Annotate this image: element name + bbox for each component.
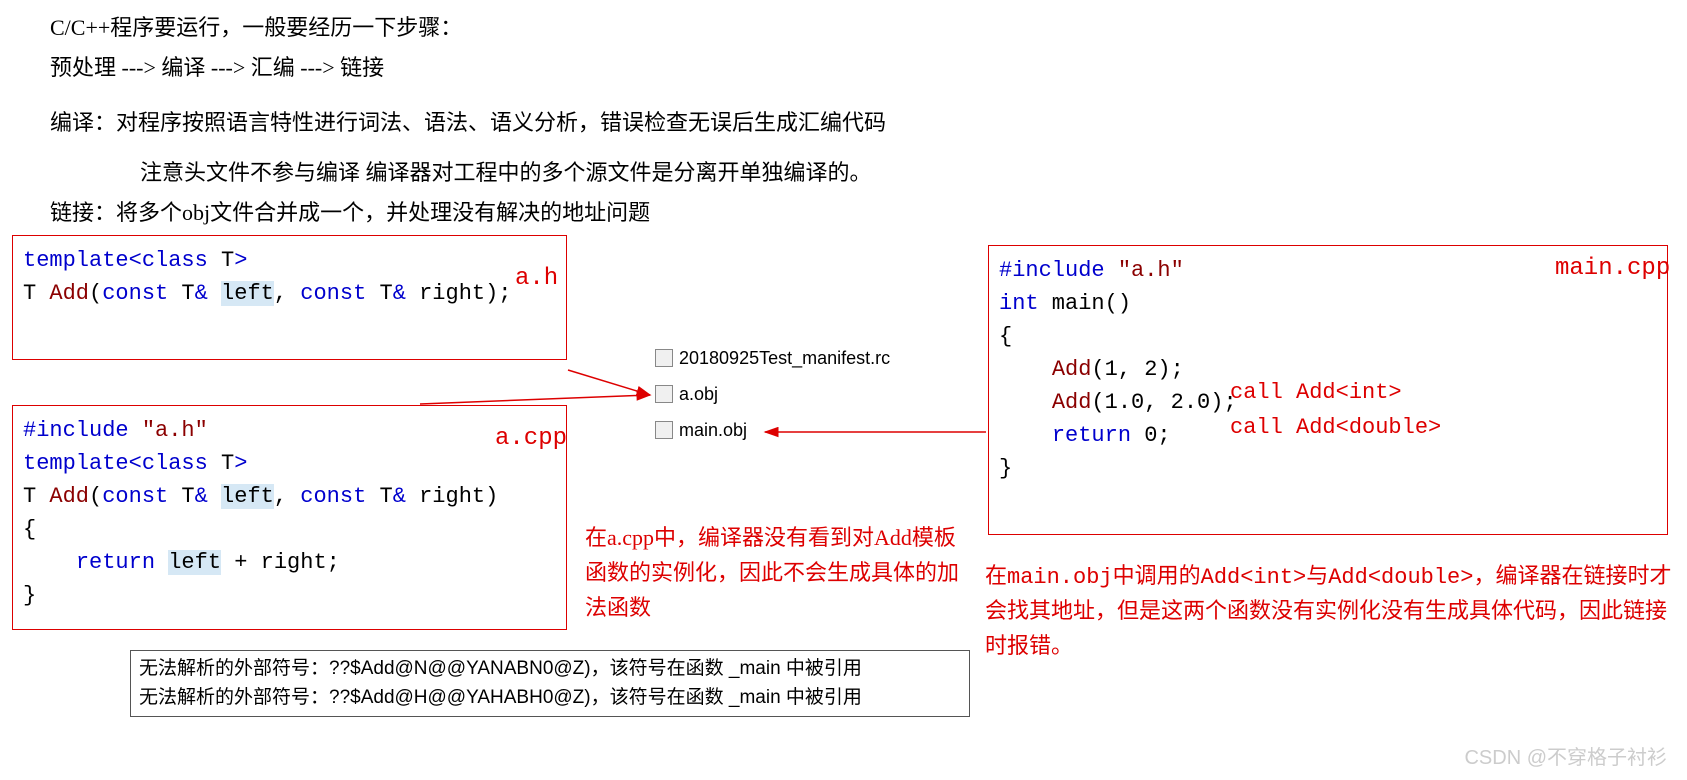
acpp-l6: } <box>23 579 556 612</box>
code-box-a-h: template<class T> T Add(const T& left, c… <box>12 235 567 360</box>
call-add-int: call Add<int> <box>1230 380 1402 405</box>
file-list: 20180925Test_manifest.rc a.obj main.obj <box>655 340 890 448</box>
acpp-l3: T Add(const T& left, const T& right) <box>23 480 556 513</box>
main-l2: int main() <box>999 287 1657 320</box>
acpp-l2: template<class T> <box>23 447 556 480</box>
error-line-1: 无法解析的外部符号：??$Add@N@@YANABN0@Z)，该符号在函数 _m… <box>139 655 961 684</box>
file-icon <box>655 385 673 403</box>
file-icon <box>655 421 673 439</box>
intro-line3: 编译：对程序按照语言特性进行词法、语法、语义分析，错误检查无误后生成汇编代码 <box>50 105 886 140</box>
error-line-2: 无法解析的外部符号：??$Add@H@@YAHABH0@Z)，该符号在函数 _m… <box>139 684 961 713</box>
intro-line2: 预处理 ---> 编译 ---> 汇编 ---> 链接 <box>50 50 384 85</box>
label-a-cpp: a.cpp <box>495 425 567 452</box>
code-box-a-cpp: #include "a.h" template<class T> T Add(c… <box>12 405 567 630</box>
acpp-l4: { <box>23 513 556 546</box>
label-main-cpp: main.cpp <box>1555 255 1670 282</box>
acpp-l5: return left + right; <box>23 546 556 579</box>
error-box: 无法解析的外部符号：??$Add@N@@YANABN0@Z)，该符号在函数 _m… <box>130 650 970 717</box>
watermark: CSDN @不穿格子衬衫 <box>1464 741 1667 770</box>
intro-line5: 链接：将多个obj文件合并成一个，并处理没有解决的地址问题 <box>50 195 650 230</box>
file-main-obj: main.obj <box>655 412 890 448</box>
acpp-l1: #include "a.h" <box>23 414 556 447</box>
call-add-double: call Add<double> <box>1230 415 1441 440</box>
intro-line1: C/C++程序要运行，一般要经历一下步骤： <box>50 10 462 45</box>
intro-line4: 注意头文件不参与编译 编译器对工程中的多个源文件是分离开单独编译的。 <box>140 155 872 190</box>
ah-line1: template<class T> <box>23 244 556 277</box>
annot-main: 在main.obj中调用的Add<int>与Add<double>，编译器在链接… <box>985 560 1675 666</box>
file-manifest: 20180925Test_manifest.rc <box>655 340 890 376</box>
main-l3: { <box>999 320 1657 353</box>
file-a-obj: a.obj <box>655 376 890 412</box>
main-l7: } <box>999 452 1657 485</box>
label-a-h: a.h <box>515 265 558 292</box>
file-icon <box>655 349 673 367</box>
annot-acpp: 在a.cpp中，编译器没有看到对Add模板函数的实例化，因此不会生成具体的加法函… <box>585 520 965 626</box>
ah-line2: T Add(const T& left, const T& right); <box>23 277 556 310</box>
